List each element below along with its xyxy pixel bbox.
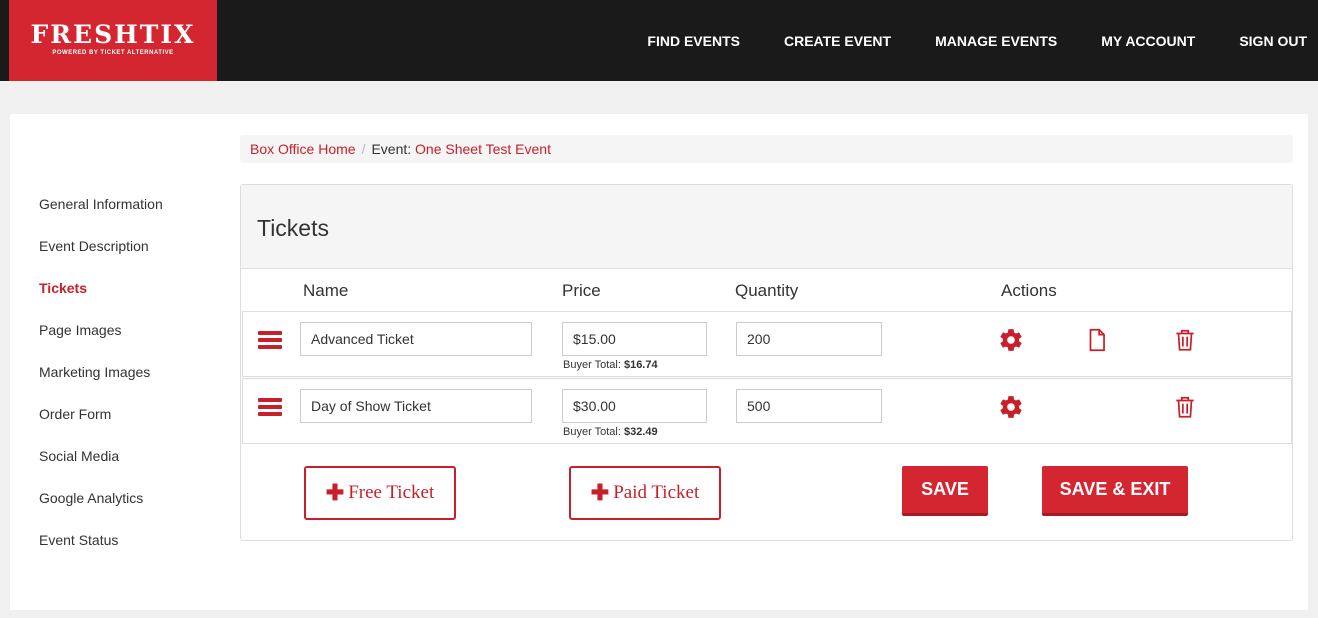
sidebar-item-tickets[interactable]: Tickets (39, 280, 163, 322)
ticket-row: Buyer Total: $16.74 (242, 311, 1292, 377)
ticket-row: Buyer Total: $32.49 (242, 378, 1292, 444)
sidebar-item-general-information[interactable]: General Information (39, 196, 163, 238)
buyer-total: Buyer Total: $32.49 (563, 426, 658, 438)
add-free-ticket-label: Free Ticket (348, 482, 435, 503)
breadcrumb: Box Office Home / Event: One Sheet Test Ev… (240, 135, 1293, 163)
column-header-actions: Actions (1001, 281, 1057, 300)
logo-brand: FRESHTIX (30, 20, 196, 49)
sidebar-item-order-form[interactable]: Order Form (39, 406, 163, 448)
plus-icon: ✚ (325, 480, 345, 505)
sidebar-item-page-images[interactable]: Page Images (39, 322, 163, 364)
trash-icon[interactable] (1172, 327, 1198, 353)
buyer-total-label: Buyer Total: (563, 359, 621, 371)
ticket-quantity-input[interactable] (736, 389, 882, 423)
top-navbar: FRESHTIX POWERED BY TICKET ALTERNATIVE F… (0, 0, 1318, 81)
breadcrumb-event-name[interactable]: One Sheet Test Event (415, 141, 551, 157)
ticket-price-input[interactable] (562, 322, 707, 356)
ticket-name-input[interactable] (300, 389, 532, 423)
sidebar-item-social-media[interactable]: Social Media (39, 448, 163, 490)
add-paid-ticket-button[interactable]: ✚ Paid Ticket (569, 466, 721, 520)
gear-icon[interactable] (998, 394, 1024, 420)
hamburger-icon[interactable] (258, 331, 282, 349)
main-nav: FIND EVENTS CREATE EVENT MANAGE EVENTS M… (603, 0, 1318, 81)
nav-sign-out[interactable]: SIGN OUT (1239, 33, 1307, 49)
add-free-ticket-button[interactable]: ✚ Free Ticket (304, 466, 456, 520)
logo-tagline: POWERED BY TICKET ALTERNATIVE (52, 50, 174, 56)
sidebar-item-google-analytics[interactable]: Google Analytics (39, 490, 163, 532)
ticket-name-input[interactable] (300, 322, 532, 356)
hamburger-icon[interactable] (258, 398, 282, 416)
buyer-total-value: $16.74 (623, 359, 658, 371)
main-panel: General Information Event Description Ti… (10, 114, 1308, 610)
save-button[interactable]: SAVE (902, 466, 988, 516)
column-header-price: Price (562, 281, 601, 300)
sidebar: General Information Event Description Ti… (39, 196, 163, 574)
column-header-quantity: Quantity (735, 281, 799, 300)
tickets-title: Tickets (257, 215, 329, 241)
ticket-price-input[interactable] (562, 389, 707, 423)
buyer-total-value: $32.49 (623, 426, 658, 438)
plus-icon: ✚ (590, 480, 610, 505)
breadcrumb-box-office-home[interactable]: Box Office Home (250, 141, 356, 157)
sidebar-item-event-description[interactable]: Event Description (39, 238, 163, 280)
tickets-card: Tickets Name Price Quantity Actions Buye… (240, 184, 1293, 541)
trash-icon[interactable] (1172, 394, 1198, 420)
gear-icon[interactable] (998, 327, 1024, 353)
sidebar-item-marketing-images[interactable]: Marketing Images (39, 364, 163, 406)
buyer-total: Buyer Total: $16.74 (563, 359, 658, 371)
nav-create-event[interactable]: CREATE EVENT (784, 33, 891, 49)
add-paid-ticket-label: Paid Ticket (613, 482, 700, 503)
nav-find-events[interactable]: FIND EVENTS (647, 33, 740, 49)
breadcrumb-separator: / (361, 141, 366, 157)
nav-manage-events[interactable]: MANAGE EVENTS (935, 33, 1057, 49)
document-icon[interactable] (1084, 327, 1110, 353)
freshtix-logo[interactable]: FRESHTIX POWERED BY TICKET ALTERNATIVE (9, 0, 217, 81)
nav-my-account[interactable]: MY ACCOUNT (1101, 33, 1195, 49)
tickets-card-header: Tickets (241, 185, 1292, 269)
buyer-total-label: Buyer Total: (563, 426, 621, 438)
save-and-exit-button[interactable]: SAVE & EXIT (1042, 466, 1188, 516)
ticket-quantity-input[interactable] (736, 322, 882, 356)
sidebar-item-event-status[interactable]: Event Status (39, 532, 163, 574)
breadcrumb-event-prefix: Event: (371, 141, 412, 157)
column-header-name: Name (303, 281, 349, 300)
